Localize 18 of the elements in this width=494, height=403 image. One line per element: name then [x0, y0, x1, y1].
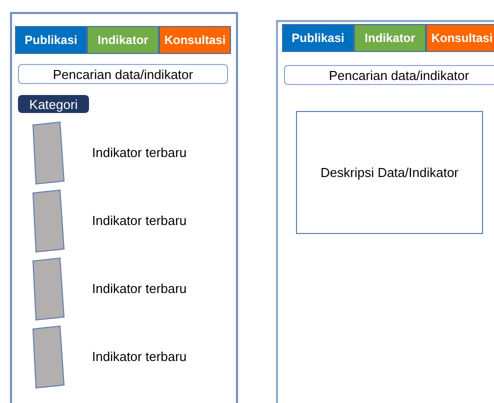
search-field[interactable]: Pencarian data/indikator [284, 65, 494, 85]
item-label[interactable]: Indikator terbaru [92, 143, 187, 163]
category-button[interactable]: Kategori [18, 95, 89, 113]
item-label[interactable]: Indikator terbaru [92, 279, 187, 299]
tab[interactable]: Indikator [354, 24, 426, 52]
thumbnail-placeholder [32, 189, 66, 253]
search-field[interactable]: Pencarian data/indikator [18, 64, 228, 84]
thumbnail-placeholder [32, 257, 66, 321]
tab[interactable]: Publikasi [282, 24, 354, 52]
tab[interactable]: Indikator [87, 26, 159, 54]
tab[interactable]: Konsultasi [159, 26, 231, 54]
tab[interactable]: Konsultasi [426, 24, 494, 52]
tab[interactable]: Publikasi [15, 26, 87, 54]
thumbnail-placeholder [32, 325, 66, 389]
item-label[interactable]: Indikator terbaru [92, 211, 187, 231]
description-box: Deskripsi Data/Indikator [296, 111, 483, 234]
item-label[interactable]: Indikator terbaru [92, 347, 187, 367]
thumbnail-placeholder [32, 121, 66, 185]
